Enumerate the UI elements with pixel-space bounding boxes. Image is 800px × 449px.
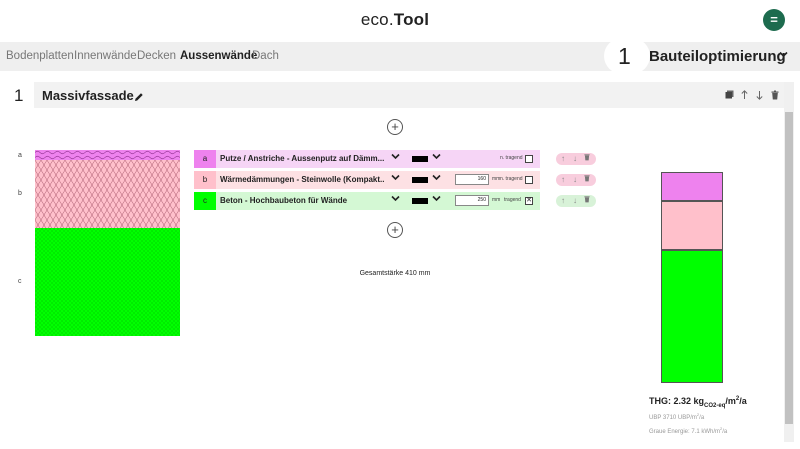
layer-thickness-input[interactable]: 250 [455,195,489,206]
arrow-down-icon[interactable]: ↓ [573,153,577,165]
trash-icon[interactable] [771,90,779,103]
layer-actions-c: ↑ ↓ [556,195,596,207]
menu-icon: = [770,12,778,27]
tragend-checkbox[interactable]: ✕ [525,197,533,205]
add-layer-bottom-button[interactable]: + [387,222,403,238]
thickness-unit-label: mm [492,197,501,203]
arrow-down-icon[interactable] [756,90,763,103]
thg-result: THG: 2.32 kgCO2-eq/m2/a [649,396,747,409]
tragend-label: n. tragend [500,155,523,161]
ubp-value: UBP 3710 UBP/m [649,415,697,421]
optimization-title-dropdown[interactable]: Bauteiloptimierung [649,48,786,65]
energy-value: Graue Energie: 7.1 kWh/m [649,429,721,435]
top-bar: eco.Tool = [0,0,800,42]
tragend-checkbox[interactable] [525,176,533,184]
tab-decken[interactable]: Decken [137,50,176,62]
trash-icon[interactable] [584,195,590,207]
energy-result: Graue Energie: 7.1 kWh/m2/a [649,426,727,435]
layer-material-dropdown[interactable]: Wärmedämmungen - Steinwolle (Kompakt... [220,175,384,184]
add-layer-top-button[interactable]: + [387,119,403,135]
arrow-up-icon[interactable]: ↑ [561,195,565,207]
thg-unit-tail: /a [739,396,747,406]
optimization-number: 1 [618,43,631,69]
tragend-label: tragend [504,197,521,203]
thg-unit-sub: CO2-eq [704,402,726,409]
total-thickness: Gesamtstärke 410 mm [359,270,431,277]
layer-material-dropdown[interactable]: Putze / Anstriche - Aussenputz auf Dämm.… [220,154,384,163]
thg-unit-slash: /m [725,396,736,406]
tab-bodenplatten[interactable]: Bodenplatten [6,50,74,62]
layer-material-dropdown[interactable]: Beton - Hochbaubeton für Wände [220,196,384,205]
arrow-up-icon[interactable] [741,90,748,103]
section-letter-a: a [18,152,22,159]
section-layer-b [35,160,180,228]
section-letter-b: b [18,190,22,197]
arrow-down-icon[interactable]: ↓ [573,195,577,207]
chevron-down-icon[interactable] [391,195,400,204]
scrollbar-thumb[interactable] [785,112,793,424]
section-layer-a [35,150,180,160]
chevron-down-icon[interactable] [432,153,441,162]
menu-button[interactable]: = [763,9,785,31]
section-layer-c [35,228,180,336]
layer-row-a: a Putze / Anstriche - Aussenputz auf Däm… [194,150,540,168]
chevron-down-icon[interactable] [432,174,441,183]
tab-aussenwaende[interactable]: Aussenwände [180,50,257,62]
chevron-down-icon[interactable] [391,174,400,183]
chevron-down-icon[interactable] [391,153,400,162]
wall-section-drawing [35,150,180,336]
layer-row-b: b Wärmedämmungen - Steinwolle (Kompakt..… [194,171,540,189]
result-bar-segment-a [661,172,723,201]
layer-actions-b: ↑ ↓ [556,174,596,186]
arrow-up-icon[interactable]: ↑ [561,153,565,165]
layer-color-swatch[interactable] [412,177,428,183]
chevron-down-icon[interactable] [432,195,441,204]
arrow-up-icon[interactable]: ↑ [561,174,565,186]
element-number: 1 [14,86,24,105]
result-bar-segment-c [661,250,723,383]
layer-color-swatch[interactable] [412,156,428,162]
arrow-down-icon[interactable]: ↓ [573,174,577,186]
layer-thickness-input[interactable]: 160 [455,174,489,185]
logo-text-tool: Tool [393,10,430,29]
layer-color-swatch[interactable] [412,198,428,204]
element-title-bar [34,82,784,108]
ubp-result: UBP 3710 UBP/m2/a [649,412,704,421]
chevron-down-icon[interactable] [779,49,788,61]
copy-icon[interactable] [725,90,734,102]
thg-value: THG: 2.32 kg [649,396,705,406]
layer-row-c: c Beton - Hochbaubeton für Wände 250 mm … [194,192,540,210]
layer-actions-a: ↑ ↓ [556,153,596,165]
tab-dach[interactable]: Dach [252,50,279,62]
section-letter-c: c [18,278,22,285]
layer-tag: b [194,171,216,189]
layer-tag: a [194,150,216,168]
trash-icon[interactable] [584,174,590,186]
element-title: Massivfassade [42,88,134,103]
ubp-tail: /a [699,415,705,421]
logo-text-eco: eco. [360,10,394,29]
energy-tail: /a [722,429,728,435]
tragend-checkbox[interactable] [525,155,533,163]
tab-innenwaende[interactable]: Innenwände [74,50,137,62]
result-bar-segment-b [661,201,723,250]
app-logo: eco.Tool [0,10,790,30]
pencil-icon[interactable] [134,89,144,101]
tragend-label: n. tragend [500,176,523,182]
trash-icon[interactable] [584,153,590,165]
layer-tag: c [194,192,216,210]
